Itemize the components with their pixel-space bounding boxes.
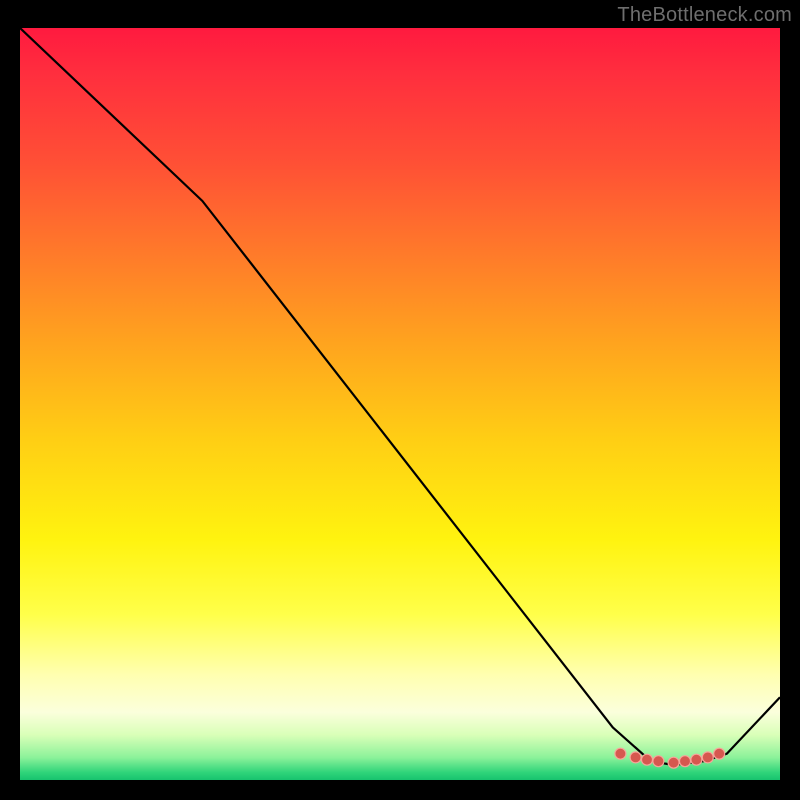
curve-marker: [615, 748, 626, 759]
curve-marker: [714, 748, 725, 759]
chart-overlay: [20, 28, 780, 780]
bottleneck-curve: [20, 28, 780, 765]
chart-canvas: TheBottleneck.com: [0, 0, 800, 800]
watermark-text: TheBottleneck.com: [617, 4, 792, 27]
curve-marker: [691, 754, 702, 765]
curve-marker: [702, 752, 713, 763]
curve-marker: [630, 752, 641, 763]
curve-marker: [642, 754, 653, 765]
curve-marker: [653, 756, 664, 767]
curve-marker: [668, 757, 679, 768]
plot-area: [20, 28, 780, 780]
curve-markers: [615, 748, 725, 768]
curve-marker: [680, 756, 691, 767]
